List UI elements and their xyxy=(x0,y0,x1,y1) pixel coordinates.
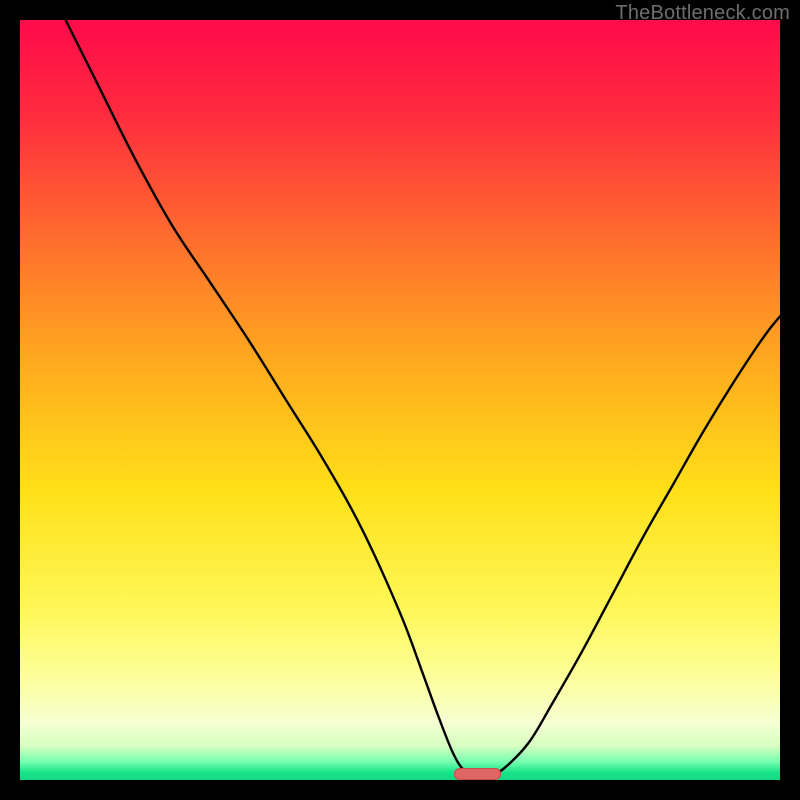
chart-frame: TheBottleneck.com xyxy=(0,0,800,800)
chart-svg xyxy=(20,20,780,780)
chart-plot-area xyxy=(20,20,780,780)
chart-background-gradient xyxy=(20,20,780,780)
optimal-range-marker xyxy=(454,768,501,780)
watermark-text: TheBottleneck.com xyxy=(615,2,790,25)
